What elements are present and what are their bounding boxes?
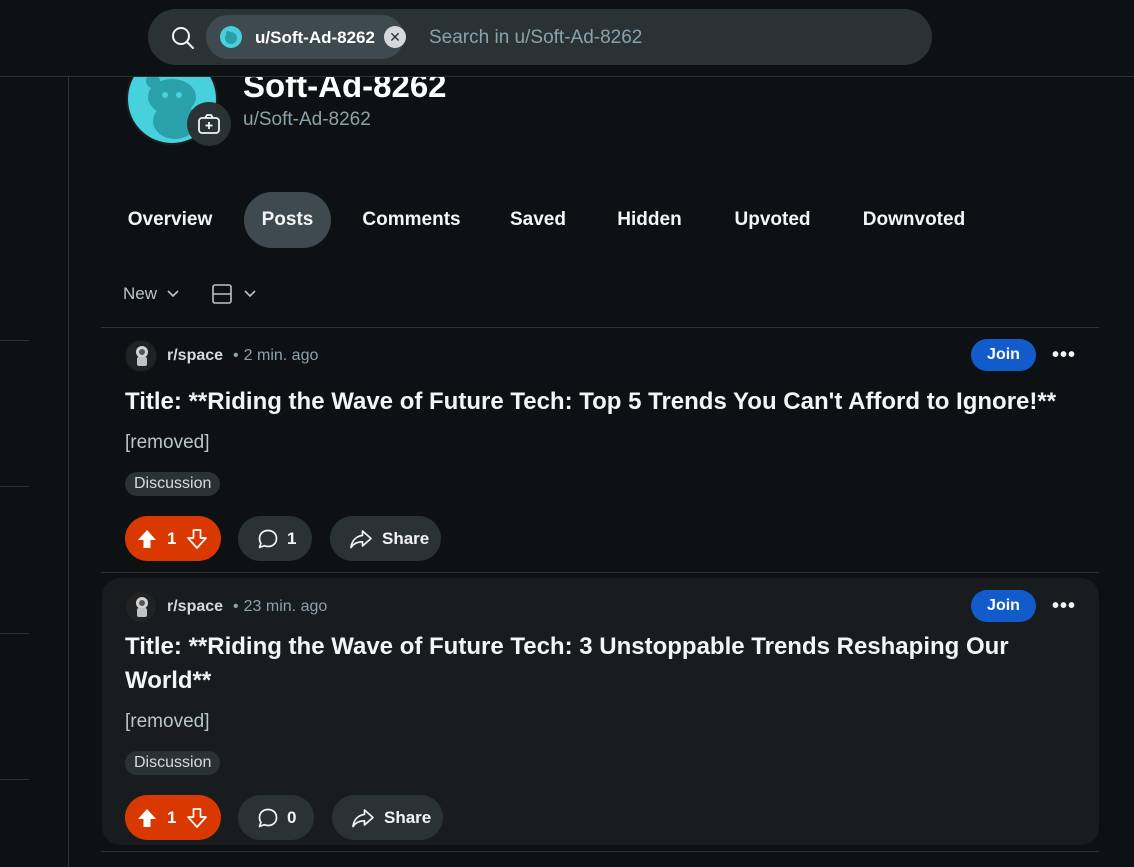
share-label: Share: [384, 807, 432, 827]
sidebar-divider: [0, 340, 29, 341]
add-avatar-button[interactable]: [187, 102, 231, 146]
downvote-icon[interactable]: [186, 807, 208, 829]
sidebar-divider: [0, 633, 29, 634]
subreddit-avatar-icon[interactable]: [125, 591, 157, 623]
more-options-icon[interactable]: •••: [1046, 590, 1082, 622]
view-layout-dropdown[interactable]: [203, 278, 267, 310]
tab-hidden[interactable]: Hidden: [602, 192, 697, 248]
sidebar-divider: [0, 486, 29, 487]
vote-count: 1: [167, 528, 177, 548]
post-body: [removed]: [125, 711, 210, 732]
search-bar[interactable]: u/Soft-Ad-8262 ✕ Search in u/Soft-Ad-826…: [148, 9, 932, 65]
tab-saved[interactable]: Saved: [492, 192, 584, 248]
sort-label: New: [123, 284, 158, 303]
profile-username: u/Soft-Ad-8262: [243, 109, 371, 130]
card-view-icon: [211, 283, 233, 305]
comment-count: 0: [287, 807, 297, 827]
tab-comments[interactable]: Comments: [349, 192, 474, 248]
post-timestamp: 2 min. ago: [243, 347, 319, 364]
post-flair[interactable]: Discussion: [125, 472, 221, 496]
left-sidebar-collapsed: [0, 77, 69, 867]
comments-button[interactable]: 1: [238, 516, 312, 561]
post-title[interactable]: Title: **Riding the Wave of Future Tech:…: [125, 385, 1065, 419]
vote-control: 1: [125, 516, 221, 561]
tab-overview[interactable]: Overview: [114, 192, 226, 248]
post-body: [removed]: [125, 432, 210, 453]
subreddit-avatar-icon[interactable]: [125, 340, 157, 372]
post-card[interactable]: r/space • 23 min. ago Join ••• Title: **…: [102, 578, 1099, 845]
post-flair[interactable]: Discussion: [125, 751, 221, 775]
join-button[interactable]: Join: [971, 339, 1036, 371]
comments-button[interactable]: 0: [238, 795, 314, 840]
post-card[interactable]: r/space • 2 min. ago Join ••• Title: **R…: [102, 327, 1099, 572]
share-button[interactable]: Share: [330, 516, 441, 561]
subreddit-link[interactable]: r/space: [167, 598, 223, 616]
upvote-icon[interactable]: [136, 807, 158, 829]
post-title[interactable]: Title: **Riding the Wave of Future Tech:…: [125, 630, 1065, 698]
downvote-icon[interactable]: [186, 528, 208, 550]
chevron-down-icon: [166, 289, 180, 299]
add-image-icon: [198, 114, 220, 134]
top-bar: u/Soft-Ad-8262 ✕ Search in u/Soft-Ad-826…: [0, 0, 1134, 77]
join-button[interactable]: Join: [971, 590, 1036, 622]
search-icon[interactable]: [170, 25, 196, 56]
sort-dropdown[interactable]: New: [115, 278, 195, 310]
vote-control: 1: [125, 795, 221, 840]
post-meta: r/space • 2 min. ago: [125, 340, 319, 372]
post-meta: r/space • 23 min. ago: [125, 591, 328, 623]
share-icon: [351, 807, 375, 829]
tab-downvoted[interactable]: Downvoted: [848, 192, 980, 248]
search-input[interactable]: Search in u/Soft-Ad-8262: [429, 27, 642, 49]
upvote-icon[interactable]: [136, 528, 158, 550]
share-label: Share: [382, 528, 430, 548]
share-icon: [349, 528, 373, 550]
vote-count: 1: [167, 807, 177, 827]
search-scope-label: u/Soft-Ad-8262: [255, 28, 375, 47]
feed-divider: [101, 851, 1099, 852]
user-avatar-icon: [220, 26, 242, 53]
comment-icon: [257, 807, 279, 829]
meta-separator: •: [233, 347, 239, 364]
search-scope-chip[interactable]: u/Soft-Ad-8262 ✕: [206, 15, 406, 59]
post-timestamp: 23 min. ago: [243, 598, 328, 615]
share-button[interactable]: Share: [332, 795, 443, 840]
meta-separator: •: [233, 598, 239, 615]
tab-posts[interactable]: Posts: [244, 192, 331, 248]
chevron-down-icon: [243, 289, 257, 299]
more-options-icon[interactable]: •••: [1046, 339, 1082, 371]
sidebar-divider: [0, 779, 29, 780]
subreddit-link[interactable]: r/space: [167, 347, 223, 365]
comment-count: 1: [287, 528, 297, 548]
tab-upvoted[interactable]: Upvoted: [715, 192, 830, 248]
feed-divider: [101, 572, 1099, 573]
clear-scope-icon[interactable]: ✕: [384, 26, 406, 48]
comment-icon: [257, 528, 279, 550]
